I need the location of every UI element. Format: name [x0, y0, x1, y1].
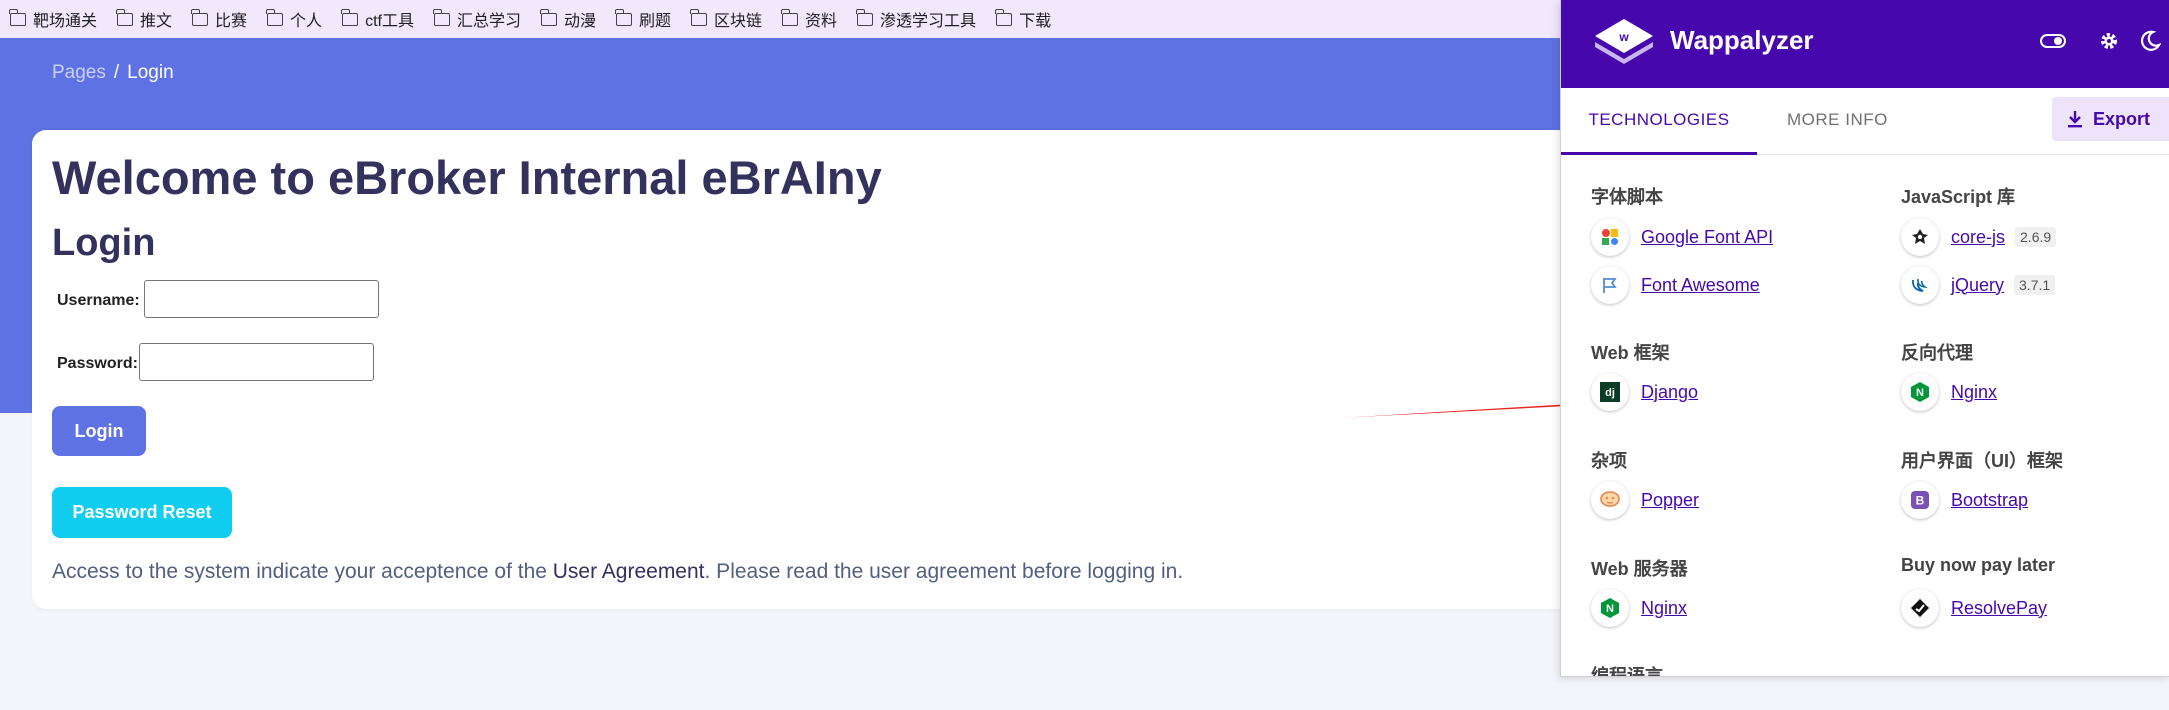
technology-name: Popper — [1641, 489, 1700, 510]
login-button[interactable]: Login — [52, 406, 146, 456]
bookmark-folder[interactable]: 靶场通关 — [9, 7, 97, 31]
version-badge: 2.6.9 — [2015, 227, 2057, 247]
technology-name: Nginx — [1641, 597, 1688, 618]
nginx-icon: N — [1901, 373, 1939, 411]
technology-item[interactable]: core-js 2.6.9 — [1901, 218, 2057, 256]
technology-name: core-js — [1951, 226, 2006, 247]
bookmark-folder[interactable]: 动漫 — [540, 7, 596, 31]
category-heading: 杂项 — [1591, 451, 1627, 471]
page-title: Welcome to eBroker Internal eBrAIny — [52, 151, 882, 204]
folder-icon — [191, 8, 209, 26]
folder-icon — [9, 8, 26, 26]
category-heading: 用户界面（UI）框架 — [1901, 451, 2063, 471]
technology-item[interactable]: ResolvePay — [1901, 589, 2047, 627]
breadcrumb-current: Login — [127, 62, 174, 83]
export-label: Export — [2093, 108, 2151, 129]
folder-icon — [116, 8, 134, 26]
breadcrumb-parent[interactable]: Pages — [52, 62, 106, 83]
username-input[interactable] — [144, 280, 379, 318]
bookmark-folder[interactable]: 区块链 — [690, 7, 762, 31]
folder-icon — [540, 8, 557, 26]
jquery-icon — [1901, 266, 1939, 304]
agreement-text: Access to the system indicate your accep… — [52, 560, 553, 583]
wappalyzer-panel: w Wappalyzer TECHNOLOGIES MORE INFO Expo… — [1560, 0, 2169, 677]
technology-item[interactable]: Google Font API — [1591, 218, 1773, 256]
folder-icon — [856, 8, 874, 26]
folder-icon — [690, 8, 708, 26]
google-font-icon — [1591, 218, 1629, 256]
version-badge: 3.7.1 — [2014, 275, 2056, 295]
export-button[interactable]: Export — [2052, 97, 2169, 141]
svg-text:N: N — [1606, 603, 1614, 615]
password-label: Password: — [57, 355, 138, 372]
category-heading: JavaScript 库 — [1901, 187, 2016, 207]
category-heading: 字体脚本 — [1591, 187, 1663, 207]
user-agreement-link[interactable]: User Agreement — [553, 560, 705, 583]
wappalyzer-title: Wappalyzer — [1670, 25, 1814, 55]
technology-item[interactable]: Font Awesome — [1591, 266, 1760, 304]
bookmark-folder[interactable]: 资料 — [781, 7, 837, 31]
category-heading: Web 框架 — [1591, 343, 1670, 363]
folder-icon — [341, 8, 359, 26]
core-js-icon — [1901, 218, 1939, 256]
password-input[interactable] — [139, 343, 374, 381]
category-heading: Web 服务器 — [1591, 559, 1688, 579]
technology-name: jQuery — [1951, 274, 2005, 295]
technology-name: Nginx — [1951, 381, 1998, 402]
resolvepay-icon — [1901, 589, 1939, 627]
svg-text:dj: dj — [1605, 387, 1615, 399]
folder-icon — [781, 8, 799, 26]
category-heading: 编程语言 — [1591, 666, 1663, 677]
bookmark-folder[interactable]: 刷题 — [615, 7, 671, 31]
technology-name: Google Font API — [1641, 226, 1774, 247]
bookmark-folder[interactable]: 推文 — [116, 7, 172, 31]
nginx-icon: N — [1591, 589, 1629, 627]
download-icon — [2068, 111, 2082, 128]
technology-item[interactable]: Popper — [1591, 481, 1699, 519]
folder-icon — [615, 8, 632, 26]
login-heading: Login — [52, 222, 156, 264]
technology-name: Bootstrap — [1951, 489, 2029, 510]
font-awesome-icon — [1591, 266, 1629, 304]
agreement-text-suffix: . Please read the user agreement before … — [704, 560, 1184, 583]
moon-icon[interactable] — [2139, 30, 2161, 52]
bookmark-folder[interactable]: 下载 — [995, 7, 1051, 31]
svg-text:w: w — [1618, 30, 1629, 44]
agreement-notice: Access to the system indicate your accep… — [52, 560, 1183, 584]
technology-name: Font Awesome — [1641, 274, 1760, 295]
password-reset-button[interactable]: Password Reset — [52, 487, 232, 538]
svg-text:N: N — [1916, 387, 1924, 399]
bookmark-folder[interactable]: ctf工具 — [341, 7, 414, 31]
tab-technologies[interactable]: TECHNOLOGIES — [1561, 88, 1757, 155]
category-heading: 反向代理 — [1901, 343, 1973, 363]
technology-name: ResolvePay — [1951, 597, 2048, 618]
svg-text:B: B — [1916, 494, 1925, 508]
wappalyzer-logo-icon: w — [1595, 19, 1653, 64]
username-label: Username: — [57, 292, 140, 309]
gear-icon[interactable] — [2098, 30, 2120, 52]
popper-icon — [1591, 481, 1629, 519]
technology-item[interactable]: B Bootstrap — [1901, 481, 2028, 519]
technology-item[interactable]: N Nginx — [1591, 589, 1687, 627]
bookmark-folder[interactable]: 比赛 — [191, 7, 247, 31]
breadcrumb-separator: / — [113, 62, 120, 83]
technology-item[interactable]: jQuery 3.7.1 — [1901, 266, 2056, 304]
folder-icon — [995, 8, 1013, 26]
toggle-icon[interactable] — [2040, 32, 2066, 50]
wappalyzer-header: w Wappalyzer — [1561, 0, 2169, 88]
django-icon: dj — [1591, 373, 1629, 411]
bookmark-folder[interactable]: 汇总学习 — [433, 7, 521, 31]
breadcrumb: Pages / Login — [52, 62, 174, 84]
category-heading: Buy now pay later — [1901, 555, 2056, 575]
tab-more-info[interactable]: MORE INFO — [1787, 88, 1888, 152]
folder-icon — [266, 8, 284, 26]
technology-name: Django — [1641, 381, 1699, 402]
folder-icon — [433, 8, 450, 26]
bookmark-folder[interactable]: 个人 — [266, 7, 322, 31]
bookmark-folder[interactable]: 渗透学习工具 — [856, 7, 976, 31]
technology-item[interactable]: dj Django — [1591, 373, 1698, 411]
bootstrap-icon: B — [1901, 481, 1939, 519]
technology-item[interactable]: N Nginx — [1901, 373, 1997, 411]
